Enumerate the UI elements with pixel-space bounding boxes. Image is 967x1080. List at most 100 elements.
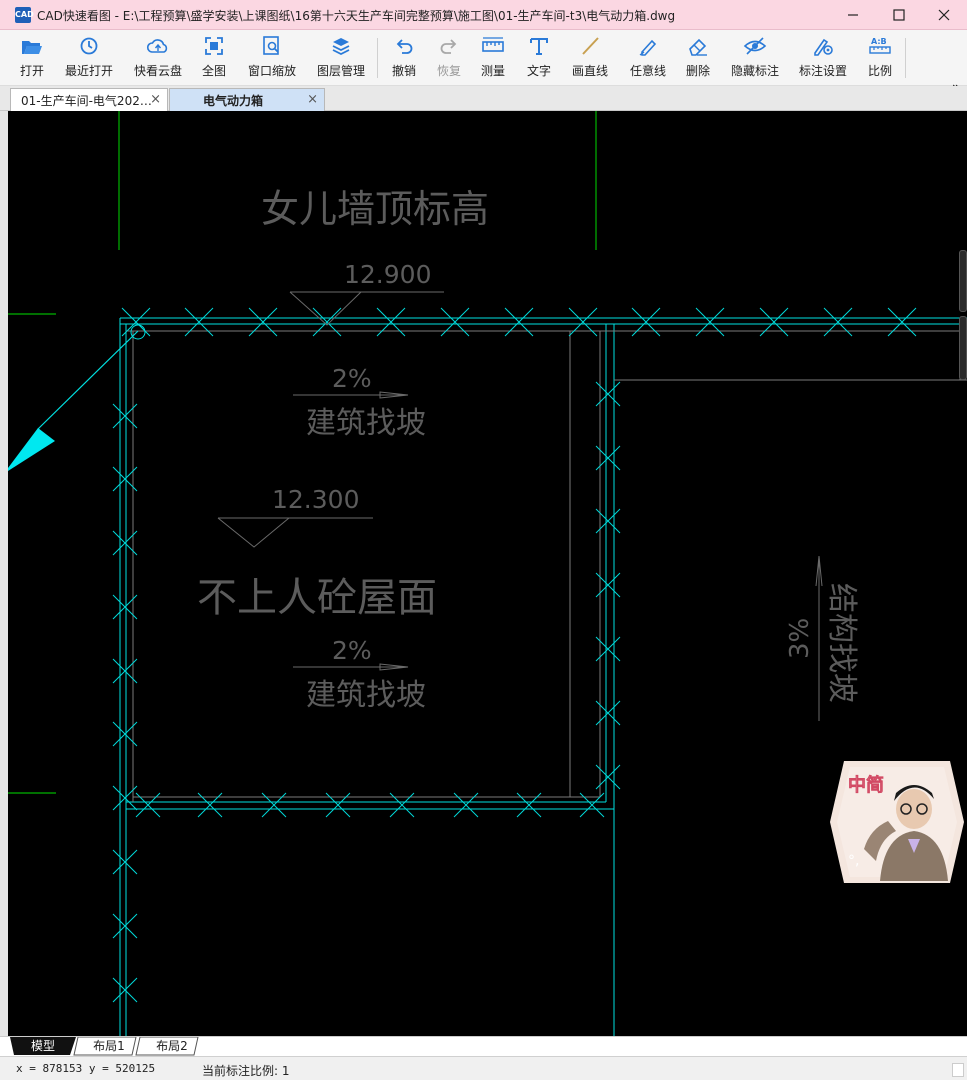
- tab-label: 电气动力箱: [202, 93, 263, 108]
- tab-label: 01-生产车间-电气202…: [21, 93, 152, 108]
- scale-icon: A:B: [868, 34, 892, 58]
- line-icon: [578, 34, 602, 58]
- folder-open-icon: [20, 34, 44, 58]
- delete-label: 删除: [685, 64, 710, 78]
- main-toolbar: 打开 最近打开 快看云盘 全图 窗口缩放 图层管理 撤销 恢复 测量 文字 画直…: [0, 30, 967, 94]
- redo-button[interactable]: 恢复: [433, 34, 465, 84]
- freehand-button[interactable]: 任意线: [626, 34, 670, 84]
- text-icon: [527, 34, 551, 58]
- fit-all-button[interactable]: 全图: [198, 34, 230, 84]
- app-icon: CAD: [15, 7, 34, 23]
- undo-label: 撤销: [391, 64, 416, 78]
- fit-all-icon: [202, 34, 226, 58]
- cloud-label: 快看云盘: [133, 64, 182, 78]
- eraser-icon: [686, 34, 710, 58]
- measure-label: 测量: [480, 64, 505, 78]
- roof-label: 不上人砼屋面: [197, 575, 437, 621]
- wall-x-mark: [248, 307, 278, 337]
- tab-document-2[interactable]: 电气动力箱 ×: [169, 88, 325, 111]
- toolbar-separator: [377, 38, 378, 78]
- layout-tab-model[interactable]: 模型: [20, 1037, 66, 1056]
- cloud-icon: [146, 34, 170, 58]
- layer-manager-label: 图层管理: [316, 64, 365, 78]
- recent-label: 最近打开: [64, 64, 113, 78]
- fit-all-label: 全图: [201, 64, 226, 78]
- zoom-window-button[interactable]: 窗口缩放: [244, 34, 300, 84]
- layout-tab-bar: 模型 布局1 布局2: [0, 1036, 967, 1056]
- minimize-icon: [848, 14, 858, 16]
- wall-x-mark: [112, 849, 138, 875]
- drawing-canvas[interactable]: 女儿墙顶标高 12.900 2% 建筑找坡 12.300 不上人砼屋面 2% 建…: [8, 111, 967, 1036]
- layout-tab-1[interactable]: 布局1: [82, 1037, 136, 1056]
- history-icon: [77, 34, 101, 58]
- layer-manager-button[interactable]: 图层管理: [314, 34, 368, 84]
- slope1-text: 建筑找坡: [306, 406, 426, 441]
- window-title: CAD快速看图 - E:\工程预算\盛学安装\上课图纸\16第十六天生产车间完整…: [37, 9, 676, 23]
- status-bar: x = 878153 y = 520125 当前标注比例: 1: [0, 1056, 967, 1080]
- zoom-window-label: 窗口缩放: [247, 64, 296, 78]
- tab-close-icon[interactable]: ×: [150, 92, 161, 107]
- wall-x-mark: [376, 307, 406, 337]
- toolbar-separator: [905, 38, 906, 78]
- zoom-window-icon: [260, 34, 284, 58]
- draw-line-button[interactable]: 画直线: [568, 34, 612, 84]
- annotation-settings-button[interactable]: 标注设置: [796, 34, 850, 84]
- undo-button[interactable]: 撤销: [388, 34, 420, 84]
- avatar-subtext: °,: [848, 853, 859, 869]
- delete-button[interactable]: 删除: [682, 34, 714, 84]
- vertical-scroll-handle[interactable]: [959, 250, 967, 312]
- hide-annotation-button[interactable]: 隐藏标注: [728, 34, 782, 84]
- wall-x-mark: [759, 307, 789, 337]
- wall-x-mark: [112, 913, 138, 939]
- elevation-roof-symbol: [217, 517, 373, 548]
- minimize-button[interactable]: [830, 0, 876, 30]
- maximize-icon: [893, 9, 905, 21]
- wall-x-mark: [887, 307, 917, 337]
- elevation-top-value: 12.900: [344, 260, 431, 289]
- ruler-icon: [481, 34, 505, 58]
- cursor-coordinates: x = 878153 y = 520125: [16, 1062, 156, 1075]
- title-bar: CAD CAD快速看图 - E:\工程预算\盛学安装\上课图纸\16第十六天生产…: [0, 0, 967, 30]
- scale-button[interactable]: A:B 比例: [864, 34, 896, 84]
- wall-x-mark: [184, 307, 214, 337]
- wall-x-mark: [695, 307, 725, 337]
- resize-grip[interactable]: [952, 1063, 964, 1077]
- cloud-button[interactable]: 快看云盘: [130, 34, 186, 84]
- close-button[interactable]: [921, 0, 967, 30]
- vertical-scroll-handle-2[interactable]: [959, 316, 967, 380]
- draw-line-label: 画直线: [571, 64, 608, 78]
- recent-button[interactable]: 最近打开: [62, 34, 116, 84]
- wall-x-mark: [504, 307, 534, 337]
- structure-lines: [126, 330, 967, 802]
- maximize-button[interactable]: [876, 0, 922, 30]
- slope2-percent: 2%: [332, 636, 372, 665]
- redo-label: 恢复: [436, 64, 461, 78]
- leader-arrowhead: [8, 428, 55, 471]
- measure-button[interactable]: 测量: [477, 34, 509, 84]
- layout-tab-2[interactable]: 布局2: [145, 1037, 199, 1056]
- wall-x-mark: [568, 307, 598, 337]
- eye-hide-icon: [743, 34, 767, 58]
- hide-annotation-label: 隐藏标注: [730, 64, 779, 78]
- wall-x-mark: [631, 307, 661, 337]
- tab-close-icon[interactable]: ×: [307, 92, 318, 107]
- close-icon: [938, 9, 950, 21]
- layers-icon: [329, 34, 353, 58]
- avatar-overlay[interactable]: 中简 °,: [830, 761, 964, 883]
- scale-label: 比例: [867, 64, 892, 78]
- wall-x-mark: [112, 977, 138, 1003]
- open-button[interactable]: 打开: [14, 34, 50, 84]
- parapet-label: 女儿墙顶标高: [261, 187, 489, 231]
- svg-text:A:B: A:B: [871, 37, 887, 46]
- annotation-settings-icon: [811, 34, 835, 58]
- freehand-label: 任意线: [629, 64, 666, 78]
- slope3-arrow: [815, 555, 823, 721]
- slope1-percent: 2%: [332, 364, 372, 393]
- slope3-percent: 3%: [785, 618, 815, 659]
- wall-x-mark: [312, 307, 342, 337]
- tab-document-1[interactable]: 01-生产车间-电气202… ×: [10, 88, 168, 111]
- wall-x-mark: [121, 307, 151, 337]
- slope2-text: 建筑找坡: [306, 678, 426, 713]
- text-button[interactable]: 文字: [523, 34, 555, 84]
- cad-drawing: 女儿墙顶标高 12.900 2% 建筑找坡 12.300 不上人砼屋面 2% 建…: [8, 111, 967, 1036]
